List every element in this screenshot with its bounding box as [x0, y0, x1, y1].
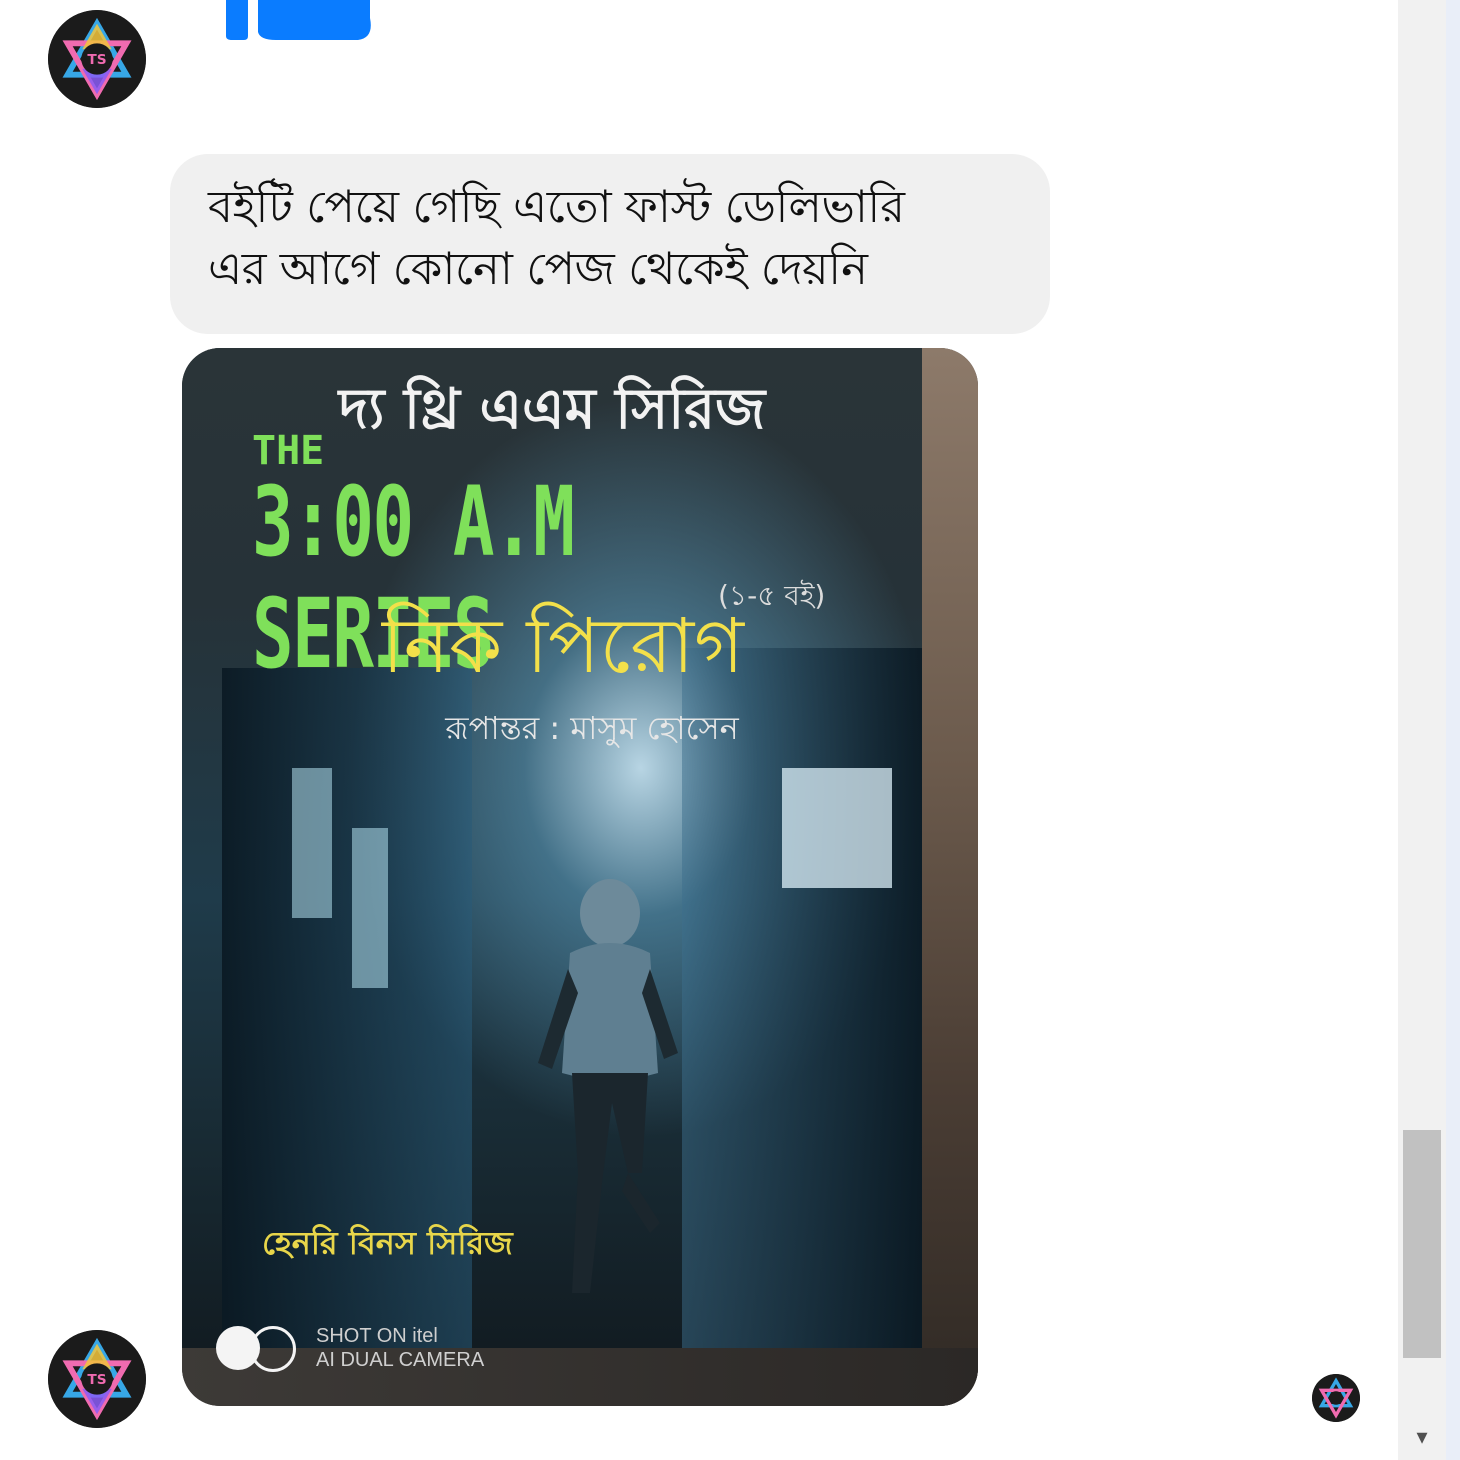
sender-avatar-icon[interactable]: TS: [48, 10, 146, 108]
cover-translator: রূপান্তর : মাসুম হোসেন: [445, 709, 739, 747]
cover-author: নিক পিরোগ: [382, 601, 744, 690]
camera-watermark: SHOT ON itel AI DUAL CAMERA: [216, 1324, 484, 1372]
cover-art-window: [352, 828, 388, 988]
svg-text:TS: TS: [87, 52, 106, 68]
cover-art-window: [292, 768, 332, 918]
book-cover: দ্য থ্রি এএম সিরিজ THE 3:00 A.M SERIES (…: [182, 348, 922, 1348]
scroll-down-arrow-icon[interactable]: ▾: [1410, 1426, 1434, 1450]
message-line: এর আগে কোনো পেজ থেকেই দেয়নি: [208, 242, 868, 295]
window-edge: [1446, 0, 1460, 1460]
seen-indicator-icon: [1312, 1374, 1360, 1422]
photo-background: [922, 348, 978, 1406]
camera-dots-icon: [216, 1326, 296, 1372]
watermark-line: SHOT ON itel: [316, 1325, 438, 1347]
thumbs-up-icon[interactable]: [218, 0, 378, 40]
message-bubble[interactable]: বইটি পেয়ে গেছি এতো ফাস্ট ডেলিভারি এর আগ…: [170, 154, 1050, 334]
svg-text:TS: TS: [87, 1372, 106, 1388]
cover-art-runner: [538, 879, 678, 1293]
message-line: বইটি পেয়ে গেছি এতো ফাস্ট ডেলিভারি: [208, 180, 905, 233]
watermark-line: AI DUAL CAMERA: [316, 1349, 485, 1371]
sender-avatar-icon[interactable]: TS: [48, 1330, 146, 1428]
cover-art-window: [782, 768, 892, 888]
scrollbar-thumb[interactable]: [1403, 1130, 1441, 1358]
cover-sub-series: হেনরি বিনস সিরিজ: [262, 1224, 513, 1262]
photo-attachment[interactable]: দ্য থ্রি এএম সিরিজ THE 3:00 A.M SERIES (…: [182, 348, 978, 1406]
